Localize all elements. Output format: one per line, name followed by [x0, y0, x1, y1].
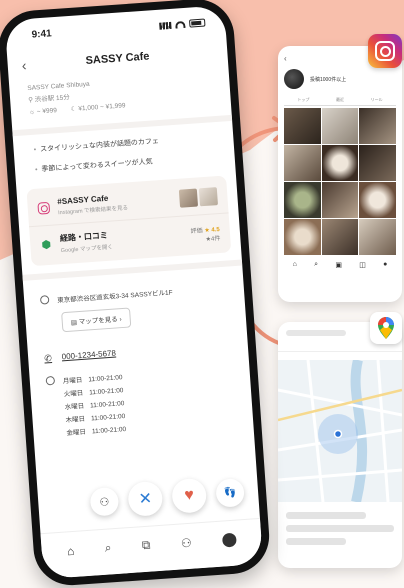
photo-tile[interactable]	[359, 108, 396, 144]
review-count: ★4件	[205, 235, 221, 243]
instagram-logo-icon	[368, 34, 402, 68]
photo-tile[interactable]	[359, 145, 396, 181]
photo-tile[interactable]	[284, 219, 321, 255]
profile-icon[interactable]: ●	[383, 261, 387, 269]
photo-tile[interactable]	[321, 182, 359, 218]
map-pin-icon: ⬢	[41, 238, 52, 251]
heart-icon: ♥	[183, 486, 195, 505]
instagram-icon	[37, 201, 51, 215]
battery-icon	[188, 18, 206, 28]
instagram-preview-card: ‹ 投稿1000件以上 トップ 最近 リール ⌂ ⌕ ▣ ◫ ●	[278, 46, 402, 302]
lunch-budget: ~ ¥999	[36, 107, 58, 116]
photo-tile[interactable]	[284, 145, 321, 181]
address-text: 東京都渋谷区道玄坂3-34 SASSYビル1F	[57, 289, 173, 305]
app-screen: 9:41 ‹ SASSY Cafe SASSY Cafe Shibuya ⚲ 渋…	[4, 5, 264, 580]
person-icon: ⚇	[99, 495, 110, 509]
photo-tile[interactable]	[321, 108, 359, 144]
ig-tab-reels[interactable]: リール	[371, 97, 383, 103]
photo-tile[interactable]	[359, 219, 396, 255]
signal-icon	[159, 21, 172, 30]
photo-tile[interactable]	[284, 182, 321, 218]
saved-tab-icon[interactable]: ⧉	[141, 538, 151, 554]
photo-tile[interactable]	[321, 219, 359, 255]
status-time: 9:41	[31, 27, 53, 41]
shop-area: 渋谷駅 15分	[34, 94, 71, 104]
like-button[interactable]: ♥	[171, 477, 208, 514]
close-icon: ✕	[138, 490, 153, 509]
avatar	[284, 69, 304, 89]
location-icon	[39, 295, 50, 305]
footprints-icon: 👣	[223, 486, 237, 499]
external-links: #SASSY Cafe Instagram で検索結果を見る ⬢ 経路・口コミ …	[26, 175, 232, 267]
google-maps-logo-icon	[370, 312, 402, 344]
home-tab-icon[interactable]: ⌂	[67, 543, 75, 557]
tab-bar: ⌂ ⌕ ⧉ ⚇	[40, 517, 264, 580]
rating-value: ★ 4.5	[204, 226, 220, 234]
search-tab-icon[interactable]: ⌕	[104, 540, 112, 555]
visited-button[interactable]: 👣	[215, 477, 246, 508]
photo-tile[interactable]	[321, 145, 359, 181]
clock-icon	[45, 375, 56, 386]
shop-icon[interactable]: ◫	[359, 261, 366, 269]
photo-grid	[284, 108, 396, 255]
photo-tile[interactable]	[284, 108, 321, 144]
post-count: 投稿1000件以上	[310, 76, 347, 83]
phone-mockup: 9:41 ‹ SASSY Cafe SASSY Cafe Shibuya ⚲ 渋…	[0, 0, 272, 588]
maps-preview-card	[278, 322, 402, 568]
dinner-budget: ¥1,000 ~ ¥1,999	[78, 102, 126, 113]
rating: 評価 ★ 4.5 ★4件	[190, 226, 221, 243]
phone-icon: ✆	[43, 353, 53, 364]
home-icon[interactable]: ⌂	[293, 261, 297, 269]
profile-tab-icon[interactable]	[221, 532, 237, 548]
reels-icon[interactable]: ▣	[335, 261, 342, 269]
people-tab-icon[interactable]: ⚇	[180, 535, 192, 550]
floating-actions: ⚇ ✕ ♥ 👣	[89, 475, 246, 520]
instagram-thumbnails	[178, 186, 218, 208]
wifi-icon	[175, 20, 186, 29]
ig-tab-recent[interactable]: 最近	[336, 97, 344, 103]
ig-tab-top[interactable]: トップ	[297, 97, 309, 103]
dismiss-button[interactable]: ✕	[127, 480, 164, 517]
photo-tile[interactable]	[359, 182, 396, 218]
map-view[interactable]	[278, 360, 402, 502]
person-button[interactable]: ⚇	[89, 486, 120, 517]
search-icon[interactable]: ⌕	[314, 261, 318, 269]
opening-hours: 月曜日 11:00-21:00 火曜日 11:00-21:00 水曜日 11:00-2…	[29, 350, 254, 442]
